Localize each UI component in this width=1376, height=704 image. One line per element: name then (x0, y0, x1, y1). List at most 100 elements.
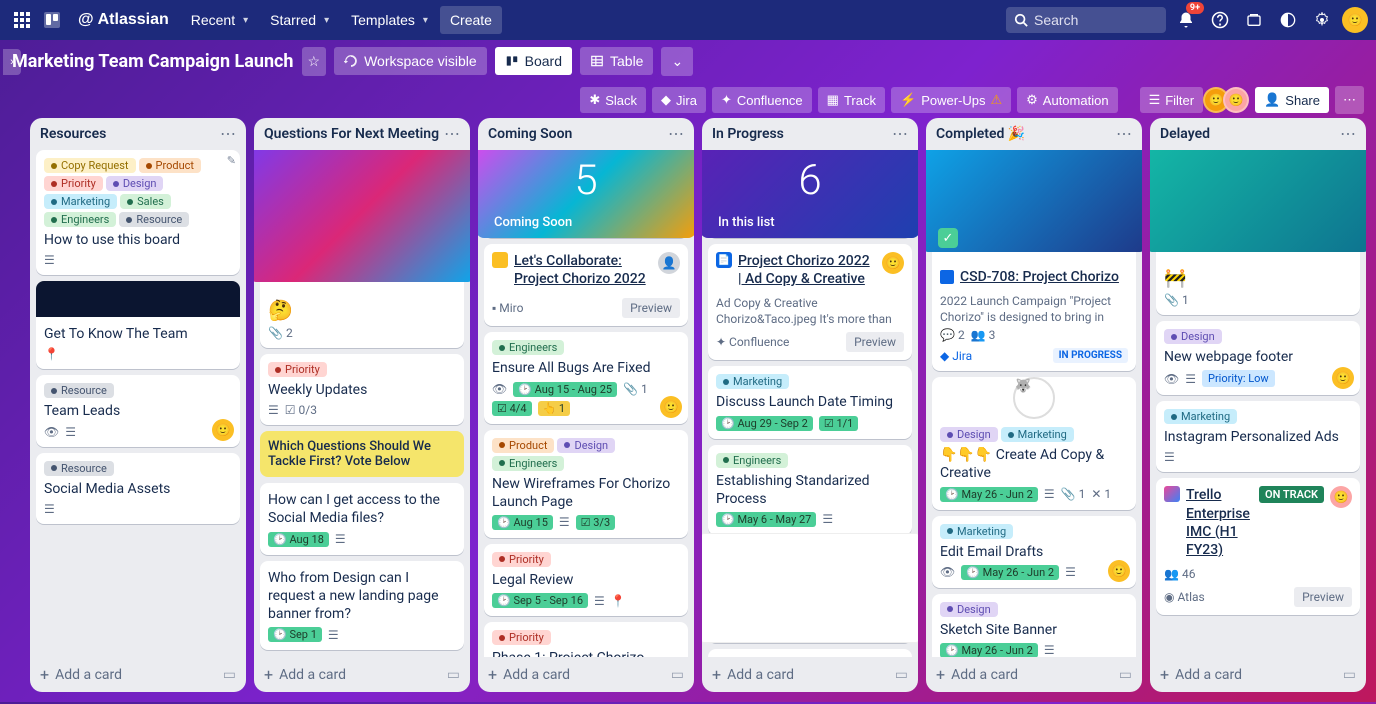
card-title[interactable]: CSD-708: Project Chorizo (960, 268, 1119, 286)
card[interactable]: Project Chorizo 2022 | Blog Draft 👤 (708, 649, 912, 657)
share-button[interactable]: 👤 Share (1255, 87, 1329, 113)
list-menu-icon[interactable]: ⋯ (444, 126, 460, 142)
add-card-button[interactable]: +Add a card▭ (702, 657, 918, 692)
label-resource[interactable]: Resource (44, 383, 114, 398)
star-button[interactable]: ☆ (302, 47, 327, 76)
list-title[interactable]: Questions For Next Meeting (264, 126, 444, 142)
list-title[interactable]: Delayed (1160, 126, 1340, 142)
member-avatar[interactable]: 🙂 (882, 252, 904, 274)
card[interactable]: ✎ Copy Request Product Priority Design M… (36, 150, 240, 275)
label-product[interactable]: Product (139, 158, 201, 173)
card[interactable]: Marketing Instagram Personalized Ads ☰ (1156, 401, 1360, 472)
card[interactable]: Priority Phase 1: Project Chorizo 🕑 Aug … (484, 622, 688, 657)
member-avatar[interactable]: 🙂 (660, 396, 682, 418)
card[interactable]: Resource Team Leads 👁 ☰ 🙂 (36, 375, 240, 446)
label-marketing[interactable]: Marketing (1001, 427, 1074, 442)
search-input[interactable] (1006, 7, 1166, 33)
label-marketing[interactable]: Marketing (1164, 409, 1237, 424)
label-design[interactable]: Design (940, 602, 998, 617)
template-icon[interactable]: ▭ (895, 667, 908, 683)
member-avatar[interactable]: 🙂 (1108, 560, 1130, 582)
card-title[interactable]: Project Chorizo 2022 | Ad Copy & Creativ… (738, 252, 876, 288)
card[interactable]: Design New webpage footer 👁 ☰ Priority: … (1156, 321, 1360, 395)
template-icon[interactable]: ▭ (223, 667, 236, 683)
card[interactable]: Engineers Establishing Standarized Proce… (708, 445, 912, 535)
recent-menu[interactable]: Recent (181, 6, 258, 34)
table-view-button[interactable]: Table (580, 47, 653, 75)
label-product[interactable]: Product (492, 438, 554, 453)
slack-powerup[interactable]: ✱ Slack (580, 87, 646, 113)
board-canvas[interactable]: Resources ⋯ ✎ Copy Request Product Prior… (0, 118, 1376, 704)
list-menu-icon[interactable]: ⋯ (220, 126, 236, 142)
edit-icon[interactable]: ✎ (227, 154, 236, 167)
card-title[interactable]: Let's Collaborate: Project Chorizo 2022 (514, 252, 652, 288)
card[interactable]: Priority Legal Review 🕑 Sep 5 - Sep 16 ☰… (484, 544, 688, 616)
list-title[interactable]: Completed 🎉 (936, 126, 1116, 142)
account-icon[interactable] (1240, 6, 1268, 34)
card[interactable]: Get To Know The Team 📍 (36, 281, 240, 369)
preview-button[interactable]: Preview (846, 332, 904, 352)
add-card-button[interactable]: +Add a card▭ (254, 657, 470, 692)
card-yellow-cover[interactable]: Which Questions Should We Tackle First? … (260, 431, 464, 477)
label-copy-request[interactable]: Copy Request (44, 158, 136, 173)
sidebar-expand-button[interactable]: › (3, 49, 21, 75)
automation-button[interactable]: ⚙ Automation (1017, 87, 1117, 113)
label-priority[interactable]: Priority (44, 176, 103, 191)
label-engineers[interactable]: Engineers (492, 456, 564, 471)
list-title[interactable]: In Progress (712, 126, 892, 142)
settings-icon[interactable] (1308, 6, 1336, 34)
card[interactable]: Let's Collaborate: Project Chorizo 2022 … (484, 244, 688, 326)
member-avatar[interactable]: 👤 (658, 252, 680, 274)
list-menu-icon[interactable]: ⋯ (892, 126, 908, 142)
view-switcher-more[interactable]: ⌄ (661, 47, 693, 76)
list-title[interactable]: Coming Soon (488, 126, 668, 142)
label-design[interactable]: Design (940, 427, 998, 442)
label-engineers[interactable]: Engineers (492, 340, 564, 355)
label-design[interactable]: Design (1164, 329, 1222, 344)
template-icon[interactable]: ▭ (1119, 667, 1132, 683)
label-priority[interactable]: Priority (492, 552, 551, 567)
board-title[interactable]: Marketing Team Campaign Launch (12, 51, 294, 72)
list-menu-icon[interactable]: ⋯ (668, 126, 684, 142)
notifications-icon[interactable]: 9+ (1172, 6, 1200, 34)
member-avatar[interactable]: 🙂 (212, 419, 234, 441)
create-button[interactable]: Create (440, 6, 502, 34)
card-cover[interactable]: 6 In this list (708, 150, 912, 238)
label-engineers[interactable]: Engineers (44, 212, 116, 227)
card-title[interactable]: Trello Enterprise IMC (H1 FY23) (1186, 486, 1253, 559)
card[interactable]: 📄 Project Chorizo 2022 | Ad Copy & Creat… (708, 244, 912, 360)
label-priority[interactable]: Priority (268, 362, 327, 377)
preview-button[interactable]: Preview (622, 298, 680, 318)
label-design[interactable]: Design (106, 176, 164, 191)
theme-icon[interactable] (1274, 6, 1302, 34)
confluence-powerup[interactable]: ✦ Confluence (712, 87, 812, 113)
list-menu-icon[interactable]: ⋯ (1340, 126, 1356, 142)
card[interactable]: Marketing Discuss Launch Date Timing 🕑 A… (708, 366, 912, 438)
template-icon[interactable]: ▭ (447, 667, 460, 683)
jira-powerup[interactable]: ◆ Jira (652, 87, 706, 113)
card[interactable]: 🤔 📎 2 (260, 150, 464, 348)
add-card-button[interactable]: +Add a card▭ (926, 657, 1142, 692)
card[interactable]: Engineers Ensure All Bugs Are Fixed 👁 🕑 … (484, 332, 688, 423)
label-sales[interactable]: Sales (120, 194, 171, 209)
add-card-button[interactable]: +Add a card▭ (30, 657, 246, 692)
card-cover[interactable]: 5 Coming Soon (484, 150, 688, 238)
template-icon[interactable]: ▭ (1343, 667, 1356, 683)
card[interactable]: 🐺 Design Marketing 👇👇👇 Create Ad Copy & … (932, 377, 1136, 509)
filter-button[interactable]: ☰ Filter (1140, 87, 1204, 113)
card[interactable]: Priority Weekly Updates ☰ ☑ 0/3 (260, 354, 464, 425)
label-design[interactable]: Design (557, 438, 615, 453)
card[interactable]: How can I get access to the Social Media… (260, 483, 464, 554)
template-icon[interactable]: ▭ (671, 667, 684, 683)
brand-link[interactable]: @Atlassian (68, 5, 179, 35)
board-menu-button[interactable]: ⋯ (1335, 86, 1364, 114)
card[interactable]: 🚧 📎 1 (1156, 150, 1360, 315)
starred-menu[interactable]: Starred (260, 6, 339, 34)
label-priority[interactable]: Priority (492, 630, 551, 645)
trello-logo-icon[interactable] (38, 6, 66, 34)
label-engineers[interactable]: Engineers (716, 453, 788, 468)
track-powerup[interactable]: ▦ Track (818, 87, 885, 113)
card[interactable]: Marketing Edit Email Drafts 👁 🕑 May 26 -… (932, 516, 1136, 588)
list-title[interactable]: Resources (40, 126, 220, 142)
card[interactable]: Product Design Engineers New Wireframes … (484, 430, 688, 538)
